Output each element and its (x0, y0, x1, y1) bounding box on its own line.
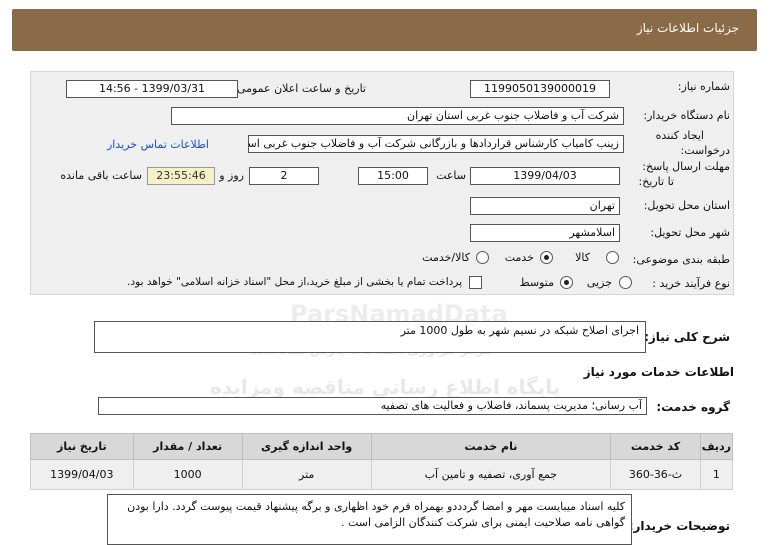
cell-row-number: 1 (699, 459, 734, 490)
deadline-label-line1: مهلت ارسال پاسخ: (642, 160, 730, 173)
days-label: روز و (219, 169, 244, 182)
process-radio-medium[interactable] (560, 276, 573, 289)
category-option-goods: کالا (575, 251, 590, 264)
summary-label: شرح کلی نیاز: (644, 330, 730, 344)
deadline-label-line2: تا تاریخ: (638, 175, 674, 188)
buyer-contact-link[interactable]: اطلاعات تماس خریدار (107, 138, 209, 151)
services-section-title: اطلاعات خدمات مورد نیاز (583, 365, 734, 379)
cell-need-date: 1399/04/03 (30, 459, 134, 490)
days-remaining-field: 2 (249, 167, 319, 185)
buyer-org-label: نام دستگاه خریدار: (643, 109, 730, 122)
treasury-payment-checkbox[interactable] (469, 276, 482, 289)
cell-service-name: جمع آوری، تصفیه و تامین آب (370, 459, 612, 490)
remaining-time-label: ساعت باقی مانده (60, 169, 142, 182)
service-group-label: گروه خدمت: (656, 400, 730, 414)
buyer-notes-label: توضیحات خریدار: (628, 519, 730, 533)
col-header-row-number: ردیف (699, 433, 734, 460)
buyer-org-field: شرکت آب و فاضلاب جنوب غربی استان تهران (171, 107, 624, 125)
buyer-notes-text: کلیه اسناد میبایست مهر و امضا گردددو بهم… (127, 500, 625, 529)
buyer-notes-box: کلیه اسناد میبایست مهر و امضا گردددو بهم… (107, 494, 632, 545)
col-header-service-code: کد خدمت (610, 433, 701, 460)
summary-text: اجرای اصلاح شبکه در نسیم شهر به طول 1000… (400, 324, 639, 337)
process-option-medium: متوسط (519, 276, 554, 289)
page-header: جزئیات اطلاعات نیاز (12, 9, 757, 51)
province-field: تهران (470, 197, 620, 215)
category-radio-goods-service[interactable] (476, 251, 489, 264)
creator-label-line2: درخواست: (680, 144, 730, 157)
city-field: اسلامشهر (470, 224, 620, 242)
creator-field: زینب کامیاب کارشناس قراردادها و بازرگانی… (248, 135, 624, 153)
col-header-service-name: نام خدمت (370, 433, 612, 460)
service-group-field: آب رسانی؛ مدیریت پسماند، فاضلاب و فعالیت… (98, 397, 647, 415)
announce-date-field: 1399/03/31 - 14:56 (66, 80, 238, 98)
category-option-service: خدمت (504, 251, 534, 264)
items-table-wrapper: ردیف کد خدمت نام خدمت واحد اندازه گیری ت… (30, 433, 734, 490)
cell-quantity: 1000 (132, 459, 243, 490)
items-table: ردیف کد خدمت نام خدمت واحد اندازه گیری ت… (30, 433, 734, 490)
col-header-unit: واحد اندازه گیری (241, 433, 372, 460)
category-label: طبقه بندی موضوعی: (632, 253, 730, 266)
need-number-label: شماره نیاز: (677, 80, 730, 93)
deadline-time-field: 15:00 (358, 167, 428, 185)
city-label: شهر محل تحویل: (650, 226, 730, 239)
province-label: استان محل تحویل: (643, 199, 730, 212)
table-header-row: ردیف کد خدمت نام خدمت واحد اندازه گیری ت… (30, 433, 734, 460)
page-title: جزئیات اطلاعات نیاز (636, 21, 739, 35)
col-header-quantity: تعداد / مقدار (132, 433, 243, 460)
deadline-date-field: 1399/04/03 (470, 167, 620, 185)
table-row: 1 ث-36-360 جمع آوری، تصفیه و تامین آب مت… (30, 459, 734, 490)
process-option-minor: جزیی (586, 276, 612, 289)
summary-box: اجرای اصلاح شبکه در نسیم شهر به طول 1000… (94, 321, 646, 353)
cell-unit: متر (241, 459, 372, 490)
remaining-time-field: 23:55:46 (147, 167, 215, 185)
treasury-payment-note: پرداخت تمام یا بخشی از مبلغ خرید،از محل … (127, 276, 462, 288)
deadline-time-label: ساعت (436, 169, 466, 182)
cell-service-code: ث-36-360 (610, 459, 701, 490)
creator-label-line1: ایجاد کننده (655, 129, 704, 142)
need-number-field: 1199050139000019 (470, 80, 610, 98)
category-radio-service[interactable] (540, 251, 553, 264)
category-option-goods-service: کالا/خدمت (422, 251, 470, 264)
category-radio-goods[interactable] (606, 251, 619, 264)
process-type-label: نوع فرآیند خرید : (652, 277, 730, 290)
announce-date-label: تاریخ و ساعت اعلان عمومی: (233, 82, 366, 95)
process-radio-minor[interactable] (619, 276, 632, 289)
watermark-line-portal: پایگاه اطلاع رسانی مناقصه ومزایده (210, 375, 561, 399)
col-header-need-date: تاریخ نیاز (30, 433, 134, 460)
